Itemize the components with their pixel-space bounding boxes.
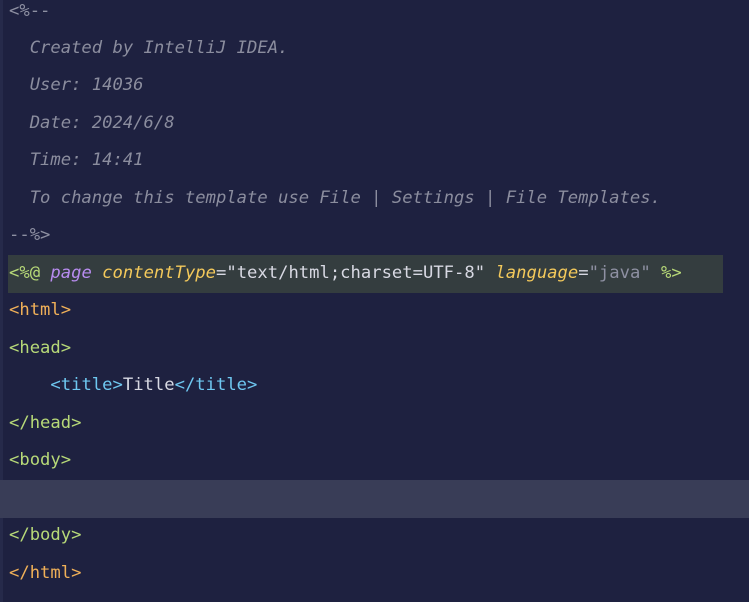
directive-content-type-value: "text/html;charset=UTF-8" — [226, 263, 486, 283]
title-close-tag: </title> — [174, 375, 258, 395]
code-line-html-open[interactable]: <html> — [9, 292, 749, 330]
code-line-comment-user[interactable]: User: 14036 — [9, 67, 749, 105]
html-open-tag-name: html — [19, 300, 61, 320]
directive-attr-language: language — [495, 263, 579, 283]
code-line-comment-time[interactable]: Time: 14:41 — [9, 142, 749, 180]
code-editor[interactable]: <%-- Created by IntelliJ IDEA. User: 140… — [0, 0, 749, 602]
directive-attr-content-type: contentType — [102, 263, 216, 283]
code-line-comment-open[interactable]: <%-- — [9, 0, 749, 31]
directive-language-value: "java" — [588, 263, 651, 283]
body-close-tag: </body> — [9, 525, 82, 545]
code-line-body-open[interactable]: <body> — [9, 442, 749, 480]
body-open-tag: <body> — [9, 450, 72, 470]
code-line-empty-caret[interactable] — [0, 480, 749, 518]
comment-open-delimiter: <%-- — [9, 1, 51, 21]
title-open-tag: <title> — [50, 375, 123, 395]
code-line-comment-close[interactable]: --%> — [9, 217, 749, 255]
head-close-tag: </head> — [9, 413, 82, 433]
directive-open: <%@ — [9, 263, 41, 283]
title-text: Title — [122, 375, 175, 395]
comment-created-by: Created by IntelliJ IDEA. — [9, 38, 289, 58]
comment-time: Time: 14:41 — [9, 150, 144, 170]
code-line-title[interactable]: <title>Title</title> — [9, 367, 749, 405]
html-close-lt: </ — [9, 563, 30, 583]
directive-close: %> — [661, 263, 682, 283]
head-open-tag: <head> — [9, 338, 72, 358]
html-close-tag-name: html — [29, 563, 72, 583]
comment-date: Date: 2024/6/8 — [9, 113, 175, 133]
html-close-gt: > — [71, 563, 82, 583]
comment-user: User: 14036 — [9, 75, 144, 95]
code-line-head-close[interactable]: </head> — [9, 405, 749, 443]
equals-sign: = — [578, 263, 589, 283]
code-line-comment-date[interactable]: Date: 2024/6/8 — [9, 105, 749, 143]
html-open-gt: > — [60, 300, 72, 320]
title-indent — [9, 375, 50, 395]
comment-template-hint: To change this template use File | Setti… — [9, 188, 661, 208]
directive-keyword: page — [50, 263, 92, 283]
code-line-page-directive[interactable]: <%@ page contentType="text/html;charset=… — [8, 255, 723, 293]
code-line-body-close[interactable]: </body> — [9, 517, 749, 555]
equals-sign: = — [216, 263, 227, 283]
comment-close-delimiter: --%> — [9, 225, 51, 245]
code-line-head-open[interactable]: <head> — [9, 330, 749, 368]
html-open-lt: < — [9, 300, 20, 320]
code-line-comment-created-by[interactable]: Created by IntelliJ IDEA. — [9, 30, 749, 68]
code-line-html-close[interactable]: </html> — [9, 555, 749, 593]
code-line-comment-hint[interactable]: To change this template use File | Setti… — [9, 180, 749, 218]
